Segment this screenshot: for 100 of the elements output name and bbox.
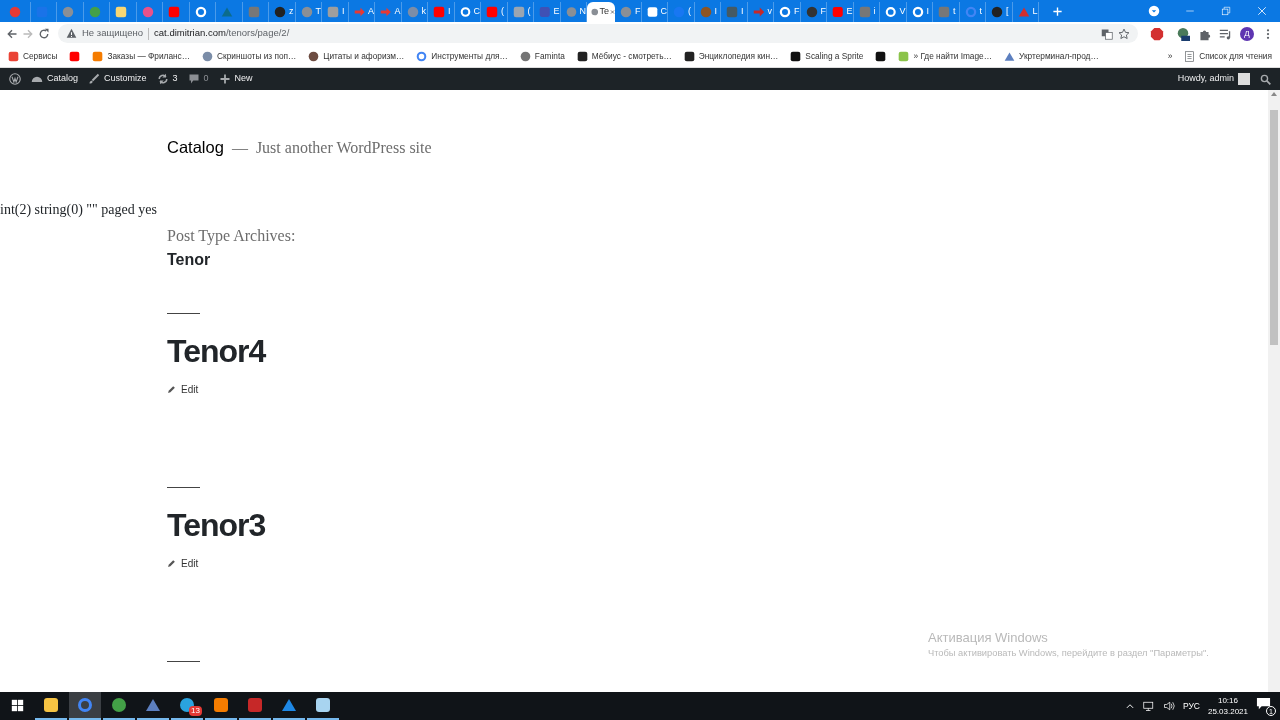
post-title[interactable]: Tenor3 bbox=[167, 507, 266, 543]
post-title[interactable]: Tenor4 bbox=[167, 333, 266, 369]
square-icon bbox=[315, 697, 331, 713]
plus-icon bbox=[218, 73, 231, 85]
bookmark[interactable]: Сервисы bbox=[8, 49, 58, 63]
close-icon[interactable] bbox=[610, 8, 615, 16]
language-indicator[interactable]: РУС bbox=[1182, 699, 1200, 713]
square-icon bbox=[539, 6, 551, 18]
bookmark[interactable]: Заказы — Фриланс… bbox=[92, 49, 191, 63]
taskbar-app[interactable]: 13 bbox=[171, 692, 203, 720]
triangle-icon bbox=[1004, 50, 1015, 62]
admin-bar-item[interactable]: 0 bbox=[182, 68, 214, 90]
ring-icon bbox=[416, 50, 428, 62]
archive-label: Post Type Archives: bbox=[167, 227, 296, 244]
arrow-icon bbox=[353, 6, 365, 18]
back-icon bbox=[6, 28, 18, 41]
square-icon bbox=[69, 50, 81, 62]
windows-logo-icon bbox=[10, 698, 24, 712]
square-icon bbox=[247, 6, 260, 18]
circle-icon bbox=[300, 6, 313, 18]
circle-icon bbox=[519, 50, 531, 62]
account-menu[interactable]: Howdy, admin bbox=[1172, 68, 1255, 90]
site-title[interactable]: Catalog bbox=[167, 135, 224, 160]
circle-icon bbox=[991, 6, 1003, 18]
square-icon bbox=[115, 6, 127, 18]
triangle-icon bbox=[281, 697, 297, 713]
bookmark[interactable]: Цитаты и афоризм… bbox=[308, 49, 405, 63]
bookmark[interactable]: Укртерминал-прод… bbox=[1004, 49, 1099, 63]
square-icon bbox=[576, 50, 588, 62]
ring-icon bbox=[964, 6, 977, 18]
network-icon[interactable] bbox=[1142, 700, 1155, 712]
plus-icon bbox=[1051, 5, 1063, 17]
bookmark[interactable]: Мёбиус - смотреть… bbox=[576, 49, 672, 63]
admin-bar-item[interactable]: Customize bbox=[83, 68, 152, 90]
pencil-icon bbox=[167, 559, 176, 568]
security-label[interactable]: Не защищено bbox=[82, 26, 144, 41]
bookmark[interactable] bbox=[875, 50, 887, 62]
admin-bar-item[interactable]: Catalog bbox=[26, 68, 84, 90]
search-icon bbox=[1260, 73, 1271, 85]
admin-bar-item[interactable]: 3 bbox=[151, 68, 183, 90]
scrollbar-thumb[interactable] bbox=[1270, 110, 1278, 345]
speaker-icon[interactable] bbox=[1162, 700, 1175, 712]
triangle-icon bbox=[221, 6, 233, 18]
profile-avatar[interactable]: Д bbox=[1240, 26, 1254, 41]
square-icon bbox=[898, 50, 910, 62]
warning-icon bbox=[66, 28, 77, 39]
ring-icon bbox=[459, 6, 471, 18]
scrollbar[interactable] bbox=[1268, 90, 1280, 692]
square-icon bbox=[43, 697, 59, 713]
reading-list[interactable]: Список для чтения bbox=[1184, 49, 1272, 63]
square-icon bbox=[247, 697, 263, 713]
bookmark[interactable]: Scaling a Sprite bbox=[790, 49, 864, 63]
square-icon bbox=[92, 50, 104, 62]
edit-link[interactable]: Edit bbox=[167, 382, 199, 397]
puzzle-icon[interactable] bbox=[1198, 27, 1211, 41]
dropdown-icon bbox=[1148, 5, 1160, 17]
bookmark[interactable]: Faminta bbox=[519, 49, 565, 63]
circle-icon bbox=[88, 6, 101, 18]
restore-icon bbox=[1221, 6, 1231, 16]
circle-icon bbox=[274, 6, 286, 18]
globe-icon[interactable] bbox=[1176, 27, 1190, 42]
admin-bar-item[interactable]: New bbox=[213, 68, 258, 90]
circle-icon bbox=[308, 50, 320, 62]
translate-icon[interactable] bbox=[1101, 27, 1113, 40]
bookmark[interactable]: Энциклопедия кин… bbox=[683, 49, 779, 63]
browser-tab[interactable]: Te bbox=[587, 2, 615, 22]
triangle-icon bbox=[145, 697, 161, 713]
square-icon bbox=[875, 50, 887, 62]
clock[interactable]: 10:16 25.03.2021 bbox=[1207, 695, 1248, 717]
arrow-icon bbox=[752, 6, 765, 18]
ring-icon bbox=[779, 6, 791, 18]
more-bookmarks[interactable]: » bbox=[1167, 49, 1173, 63]
square-icon bbox=[790, 50, 802, 62]
arrow-icon bbox=[380, 6, 392, 18]
stop-sign-icon[interactable] bbox=[1150, 27, 1164, 42]
refresh-icon bbox=[156, 73, 169, 85]
speech-bubble-icon bbox=[187, 73, 200, 85]
bookmark[interactable]: Скриншоты из поп… bbox=[202, 49, 297, 63]
taskbar-app[interactable] bbox=[69, 692, 101, 720]
address-bar[interactable]: Не защищено cat.dimitrian.com/tenors/page/2/ bbox=[58, 24, 1138, 43]
site-tagline: Just another WordPress site bbox=[255, 138, 432, 158]
circle-icon bbox=[565, 6, 577, 18]
square-icon bbox=[832, 6, 844, 18]
circle-icon bbox=[141, 6, 154, 18]
bookmark[interactable]: » Где найти Image… bbox=[898, 49, 992, 63]
caret-up-icon[interactable] bbox=[1124, 701, 1135, 711]
square-icon bbox=[327, 6, 339, 18]
square-icon bbox=[646, 6, 658, 18]
square-icon bbox=[486, 6, 498, 18]
square-icon bbox=[683, 50, 695, 62]
pencil-icon bbox=[167, 385, 176, 394]
bookmark[interactable]: Инструменты для… bbox=[416, 49, 508, 63]
wordpress-logo-icon bbox=[9, 73, 21, 85]
url-text[interactable]: cat.dimitrian.com/tenors/page/2/ bbox=[154, 26, 290, 41]
square-icon bbox=[213, 697, 229, 713]
edit-link[interactable]: Edit bbox=[167, 556, 199, 571]
square-icon bbox=[512, 6, 525, 18]
playlist-icon[interactable] bbox=[1219, 27, 1232, 41]
star-icon[interactable] bbox=[1118, 27, 1130, 40]
reload-icon bbox=[38, 28, 50, 41]
